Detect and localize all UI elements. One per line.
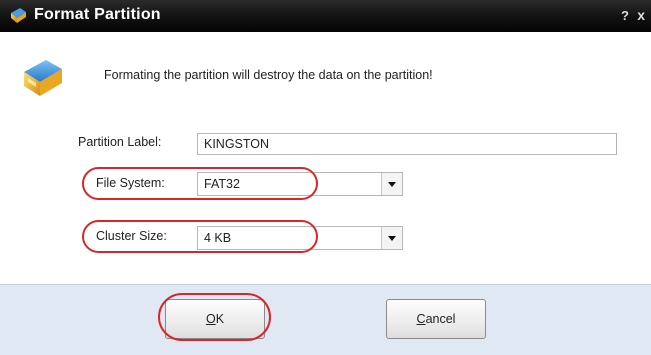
disk-tool-icon — [11, 8, 26, 23]
chevron-down-icon[interactable] — [381, 173, 402, 195]
partition-label-input[interactable]: KINGSTON — [197, 133, 617, 155]
cancel-button[interactable]: Cancel — [386, 299, 486, 339]
cancel-mnemonic: C — [416, 312, 426, 326]
button-bar: OK Cancel — [0, 284, 651, 355]
format-partition-dialog: Format Partition ? x Formating the parti… — [0, 0, 651, 355]
chevron-down-icon[interactable] — [381, 227, 402, 249]
close-button[interactable]: x — [637, 7, 645, 23]
window-title: Format Partition — [34, 6, 161, 23]
title-bar[interactable]: Format Partition ? x — [0, 0, 651, 32]
cancel-label: ancel — [425, 312, 456, 326]
highlight-oval — [82, 167, 318, 200]
warning-message: Formating the partition will destroy the… — [104, 68, 433, 82]
disk-tool-icon — [24, 60, 62, 96]
partition-label-label: Partition Label: — [78, 135, 162, 149]
highlight-oval — [158, 293, 271, 341]
highlight-oval — [82, 220, 318, 253]
help-button[interactable]: ? — [621, 8, 629, 23]
dialog-content: Formating the partition will destroy the… — [0, 32, 651, 284]
